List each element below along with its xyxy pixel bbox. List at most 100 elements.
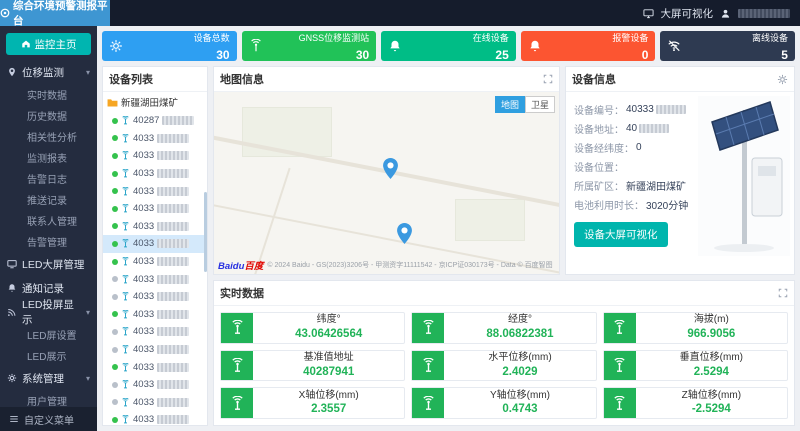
- antenna-icon: [121, 415, 130, 424]
- device-list-item[interactable]: 4033: [103, 306, 207, 324]
- sidebar-subitem-label: 相关性分析: [27, 133, 77, 144]
- device-list-item[interactable]: 4033: [103, 394, 207, 412]
- antenna-icon: [121, 397, 130, 407]
- device-list-item[interactable]: 4033: [103, 200, 207, 218]
- sidebar-subitem-label: 实时数据: [27, 91, 67, 102]
- map-type-map-button[interactable]: 地图: [494, 96, 525, 113]
- gnss-satellite-icon: [603, 388, 636, 418]
- device-id: 4033: [133, 396, 155, 408]
- device-list-item[interactable]: 4033: [103, 235, 207, 253]
- sidebar-subitem[interactable]: 推送记录: [0, 189, 97, 210]
- sidebar-subitem[interactable]: 实时数据: [0, 84, 97, 105]
- gnss-satellite-icon: [412, 350, 445, 381]
- sidebar-subitem[interactable]: 告警日志: [0, 168, 97, 189]
- realtime-title: 实时数据: [220, 288, 264, 300]
- metric-card: Z轴位移(mm) -2.5294: [602, 387, 788, 419]
- antenna-icon: [121, 345, 130, 354]
- sidebar-group-led-cast[interactable]: LED投屏显示 ▾: [0, 299, 97, 326]
- device-list-item[interactable]: 4033: [103, 253, 207, 271]
- device-id: 4033: [133, 238, 155, 250]
- big-screen-link[interactable]: 大屏可视化: [661, 6, 714, 21]
- device-id: 4033: [133, 132, 155, 144]
- sidebar-subitem[interactable]: LED展示: [0, 345, 97, 366]
- map-canvas[interactable]: 地图 卫星 Baidu百度 © 2024 Baidu - GS(2023)320…: [214, 92, 559, 274]
- map-marker[interactable]: [383, 157, 398, 179]
- device-id: 4033: [133, 273, 155, 285]
- gear-icon: [7, 373, 17, 383]
- fullscreen-icon[interactable]: [543, 74, 553, 84]
- antenna-icon: [121, 239, 130, 248]
- realtime-data-panel: 实时数据 纬度° 43.06426564 经度° 88.06822381 海拔(…: [213, 280, 795, 426]
- device-list-item[interactable]: 4033: [103, 147, 207, 165]
- device-group-folder[interactable]: 新疆湖田煤矿: [103, 92, 207, 112]
- device-id-redacted: [157, 133, 190, 143]
- device-list-item[interactable]: 40287: [103, 112, 207, 130]
- fullscreen-icon[interactable]: [778, 288, 788, 298]
- status-dot: [112, 276, 118, 283]
- device-list-item[interactable]: 4033: [103, 376, 207, 394]
- info-field-label: 设备经纬度：: [574, 144, 634, 155]
- status-dot: [112, 328, 118, 335]
- device-id: 4033: [133, 185, 155, 197]
- device-list-item[interactable]: 4033: [103, 218, 207, 236]
- device-list-item[interactable]: 4033: [103, 341, 207, 359]
- sidebar-item-led-screen[interactable]: LED大屏管理: [0, 252, 97, 276]
- chevron-down-icon: ▾: [85, 307, 90, 317]
- antenna-icon: [121, 151, 130, 160]
- sidebar-subitem[interactable]: 告警管理: [0, 231, 97, 252]
- metric-value: -2.5294: [691, 403, 731, 416]
- stat-label: GNSS位移监测站: [298, 32, 370, 43]
- device-list-item[interactable]: 4033: [103, 182, 207, 200]
- stat-card-total-devices[interactable]: 设备总数 30: [102, 31, 237, 62]
- sidebar-subitem[interactable]: 历史数据: [0, 105, 97, 126]
- device-list-item[interactable]: 4033: [103, 270, 207, 288]
- sidebar-subitem[interactable]: 监测报表: [0, 147, 97, 168]
- status-dot: [112, 117, 118, 124]
- metric-card: 纬度° 43.06426564: [220, 312, 406, 344]
- metric-card: 海拔(m) 966.9056: [602, 312, 788, 344]
- sidebar-subitem[interactable]: LED屏设置: [0, 324, 97, 345]
- sidebar-subitem[interactable]: 联系人管理: [0, 210, 97, 231]
- sidebar-item-monitor-home[interactable]: 监控主页: [6, 33, 91, 55]
- device-list-item[interactable]: 4033: [103, 130, 207, 148]
- device-id-redacted: [157, 345, 190, 355]
- sidebar-led-cast-children: LED屏设置 LED展示: [0, 324, 97, 366]
- status-dot: [112, 258, 118, 265]
- stat-label: 在线设备: [472, 32, 509, 43]
- user-avatar-icon[interactable]: [720, 8, 731, 19]
- device-id: 4033: [133, 168, 155, 180]
- device-list-item[interactable]: 4033: [103, 323, 207, 341]
- map-title: 地图信息: [220, 74, 264, 86]
- device-list-scrollbar[interactable]: [204, 191, 207, 272]
- metric-value: 40287941: [303, 365, 355, 378]
- antenna-icon: [121, 274, 130, 284]
- metric-value: 0.4743: [502, 403, 538, 416]
- map-type-satellite-button[interactable]: 卫星: [524, 96, 555, 113]
- app-logo: 综合环境预警测报平台: [0, 0, 110, 27]
- status-dot: [112, 135, 118, 142]
- sidebar-item-label: 系统管理: [22, 372, 64, 385]
- device-list-item[interactable]: 4033: [103, 411, 207, 425]
- metric-label: Z轴位移(mm): [681, 389, 742, 401]
- antenna-icon: [121, 327, 130, 336]
- stat-card-online-devices[interactable]: 在线设备 25: [381, 31, 516, 62]
- stat-value: 30: [355, 48, 370, 62]
- device-bigscreen-button[interactable]: 设备大屏可视化: [574, 222, 668, 247]
- info-field-label: 电池利用时长：: [574, 201, 644, 212]
- device-list-item[interactable]: 4033: [103, 358, 207, 376]
- info-field-value: 3020分钟: [646, 201, 689, 212]
- device-list-item[interactable]: 4033: [103, 165, 207, 183]
- stat-card-offline-devices[interactable]: 离线设备 5: [660, 31, 795, 62]
- sidebar-group-displacement[interactable]: 位移监测 ▾: [0, 60, 97, 84]
- device-list-item[interactable]: 4033: [103, 288, 207, 306]
- gear-icon[interactable]: [777, 74, 788, 85]
- stat-card-alarm-devices[interactable]: 报警设备 0: [520, 31, 656, 62]
- username-redacted[interactable]: [738, 8, 790, 18]
- sidebar-group-system[interactable]: 系统管理 ▾: [0, 366, 97, 390]
- sidebar-item-custom-menu[interactable]: 自定义菜单: [0, 407, 97, 431]
- map-marker[interactable]: [396, 223, 412, 245]
- sidebar-subitem[interactable]: 相关性分析: [0, 126, 97, 147]
- metric-value: 2.4029: [502, 365, 538, 378]
- stat-card-gnss-stations[interactable]: GNSS位移监测站 30: [241, 31, 377, 62]
- status-dot: [112, 416, 118, 423]
